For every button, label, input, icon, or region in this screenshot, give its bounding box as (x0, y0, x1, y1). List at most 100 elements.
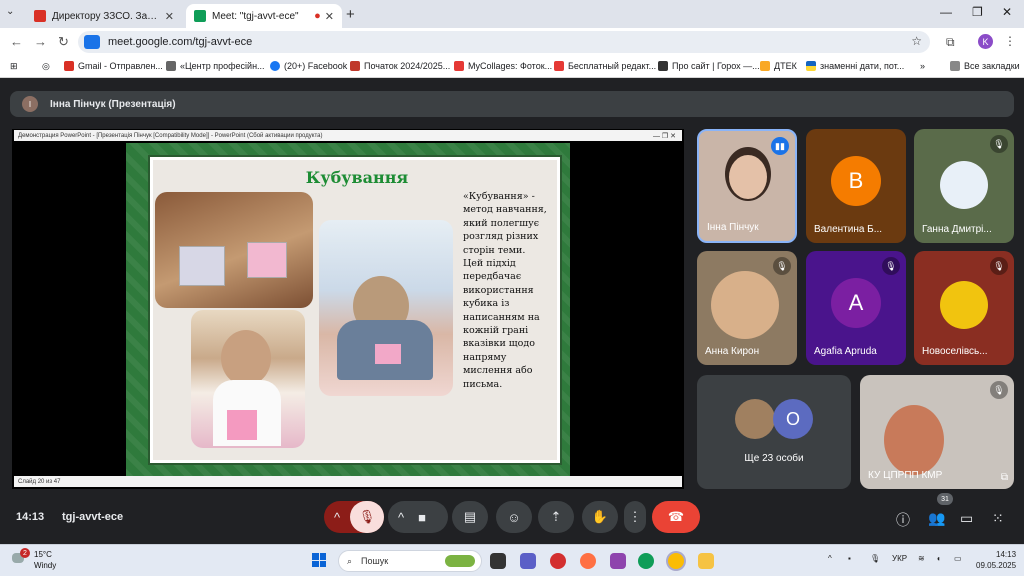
wifi-icon[interactable]: ≋ (918, 554, 925, 563)
others-tile[interactable]: O Ще 23 особи (697, 375, 851, 489)
close-icon[interactable]: ✕ (325, 10, 334, 23)
site-icon (658, 61, 668, 71)
site-info-icon[interactable] (84, 35, 100, 49)
presenter-label: Інна Пінчук (Презентація) (50, 98, 176, 110)
extensions-icon[interactable]: ⧉ (946, 35, 955, 50)
more-options-button[interactable]: ⋮ (624, 501, 646, 533)
leave-call-button[interactable]: ☎ (652, 501, 700, 533)
others-label: Ще 23 особи (744, 453, 804, 464)
meeting-controls: 14:13 tgj-avvt-ece ^ 🎙 ^ ■ ▤ ☺ ⇡ ✋ ⋮ ☎ ⓘ… (0, 493, 1024, 544)
ppt-titlebar: Демонстрация PowerPoint - [Презентація П… (14, 130, 682, 141)
present-button[interactable]: ⇡ (538, 501, 574, 533)
participant-tile[interactable]: 🎙 КУ ЦПРПП КМР ⧉ (860, 375, 1014, 489)
camera-options-button[interactable]: ^ ■ (388, 501, 448, 533)
bookmark-item[interactable]: Gmail - Отправлен... (64, 61, 163, 71)
participant-name: Валентина Б... (814, 224, 883, 235)
participant-tile[interactable]: ▮▮ Інна Пінчук (697, 129, 797, 243)
teams-icon[interactable] (520, 553, 536, 569)
reload-icon[interactable]: ↻ (58, 34, 69, 50)
globe-icon[interactable]: ◎ (42, 61, 50, 72)
address-bar[interactable]: meet.google.com/tgj-avvt-ece ☆ (78, 31, 930, 53)
task-view-icon[interactable] (490, 553, 506, 569)
participant-tile[interactable]: 🎙 Анна Кирон (697, 251, 797, 365)
cubes-photo (155, 192, 313, 308)
tab-label: Meet: "tgj-avvt-ece" (212, 10, 299, 22)
participant-tile[interactable]: A 🎙 Agafia Apruda (806, 251, 906, 365)
presenter-bar: І Інна Пінчук (Презентація) (10, 91, 1014, 117)
participant-tile[interactable]: 🎙 Ганна Дмитрі... (914, 129, 1014, 243)
chrome-icon[interactable] (668, 553, 684, 569)
present-icon: ⇡ (550, 509, 562, 524)
heart-icon (454, 61, 464, 71)
mic-off-icon: 🎙 (882, 257, 900, 275)
forward-icon[interactable]: → (34, 34, 47, 49)
participant-video (729, 155, 767, 199)
copilot-icon[interactable] (610, 553, 626, 569)
new-tab-button[interactable]: + (346, 6, 355, 23)
tab-invitation[interactable]: Директору ЗЗСО. Запрошення ✕ (26, 4, 182, 28)
participant-name: Новоселівсь... (922, 346, 988, 357)
back-icon[interactable]: ← (10, 34, 23, 49)
menu-icon[interactable]: ⋮ (1004, 34, 1016, 48)
mic-off-icon: 🎙 (990, 257, 1008, 275)
file-explorer-icon[interactable] (698, 553, 714, 569)
participant-video (884, 405, 944, 475)
info-icon[interactable]: ⓘ (896, 510, 910, 530)
profile-avatar[interactable]: K (978, 34, 993, 49)
bookmark-item[interactable]: «Центр професійн... (166, 61, 265, 71)
bookmark-item[interactable]: Початок 2024/2025... (350, 61, 450, 71)
language-indicator[interactable]: УКР (892, 554, 907, 563)
close-window-icon[interactable]: ✕ (1002, 5, 1012, 19)
microphone-icon[interactable]: 🎙 (870, 554, 880, 563)
taskbar-search[interactable]: ⌕ Пошук (338, 550, 482, 572)
firefox-icon[interactable] (580, 553, 596, 569)
volume-icon[interactable]: ◖ (936, 554, 941, 563)
mic-toggle-button[interactable]: 🎙 (350, 501, 384, 533)
tab-search-chevron-icon[interactable]: ⌄ (6, 6, 14, 17)
bookmark-item[interactable]: Бесплатный редакт... (554, 61, 656, 71)
participant-photo (735, 399, 775, 439)
captions-button[interactable]: ▤ (452, 501, 488, 533)
tab-meet[interactable]: Meet: "tgj-avvt-ece" ● ✕ (186, 4, 342, 28)
apps-icon[interactable]: ⊞ (10, 61, 18, 72)
battery-icon[interactable]: ▭ (954, 554, 962, 563)
app-tray-icon[interactable]: ▪ (848, 554, 851, 563)
raise-hand-button[interactable]: ✋ (582, 501, 618, 533)
system-clock[interactable]: 14:13 09.05.2025 (976, 549, 1016, 571)
participant-tile[interactable]: 🎙 Новоселівсь... (914, 251, 1014, 365)
reactions-button[interactable]: ☺ (496, 501, 532, 533)
chevron-up-icon[interactable]: ^ (828, 554, 832, 563)
slide-counter: Слайд 20 из 47 (18, 478, 61, 485)
start-button[interactable] (312, 553, 326, 567)
participant-tile[interactable]: B Валентина Б... (806, 129, 906, 243)
chat-icon[interactable]: ▭ (960, 510, 973, 527)
bookmark-item[interactable]: Про сайт | Горох —... (658, 61, 760, 71)
bookmark-item[interactable]: знаменні дати, пот... (806, 61, 904, 71)
presentation-view[interactable]: Демонстрация PowerPoint - [Презентація П… (12, 129, 684, 489)
weather-temp: 15°C (34, 550, 52, 559)
people-icon[interactable]: 👥 (928, 510, 945, 527)
search-placeholder: Пошук (361, 556, 389, 566)
captions-icon: ▤ (463, 509, 477, 524)
pip-icon[interactable]: ⧉ (1001, 472, 1008, 483)
more-bookmarks-icon[interactable]: » (920, 61, 925, 71)
bookmark-item[interactable]: (20+) Facebook (270, 61, 347, 71)
slide-card: Кубування «Кубування» - метод навчання, … (150, 157, 560, 463)
browser-tab-strip: ⌄ Директору ЗЗСО. Запрошення ✕ Meet: "tg… (0, 0, 1024, 28)
minimize-icon[interactable]: — (940, 5, 952, 19)
all-bookmarks[interactable]: Все закладки (950, 61, 1020, 71)
slide-body: «Кубування» - метод навчання, який полег… (463, 191, 547, 390)
mic-off-icon: 🎙 (773, 257, 791, 275)
activities-icon[interactable]: ⁙ (992, 510, 1004, 527)
bookmark-star-icon[interactable]: ☆ (911, 34, 922, 48)
restore-icon[interactable]: ❐ (972, 5, 983, 19)
opera-icon[interactable] (550, 553, 566, 569)
bookmark-item[interactable]: ДТЕК (760, 61, 797, 71)
clock-date: 09.05.2025 (976, 561, 1017, 570)
participant-photo (940, 161, 988, 209)
bell-icon (940, 281, 988, 329)
edge-icon[interactable] (638, 553, 654, 569)
close-icon[interactable]: ✕ (165, 10, 174, 23)
bookmark-item[interactable]: MyCollages: Фоток... (454, 61, 552, 71)
weather-widget[interactable]: 15°C Windy (34, 549, 56, 571)
